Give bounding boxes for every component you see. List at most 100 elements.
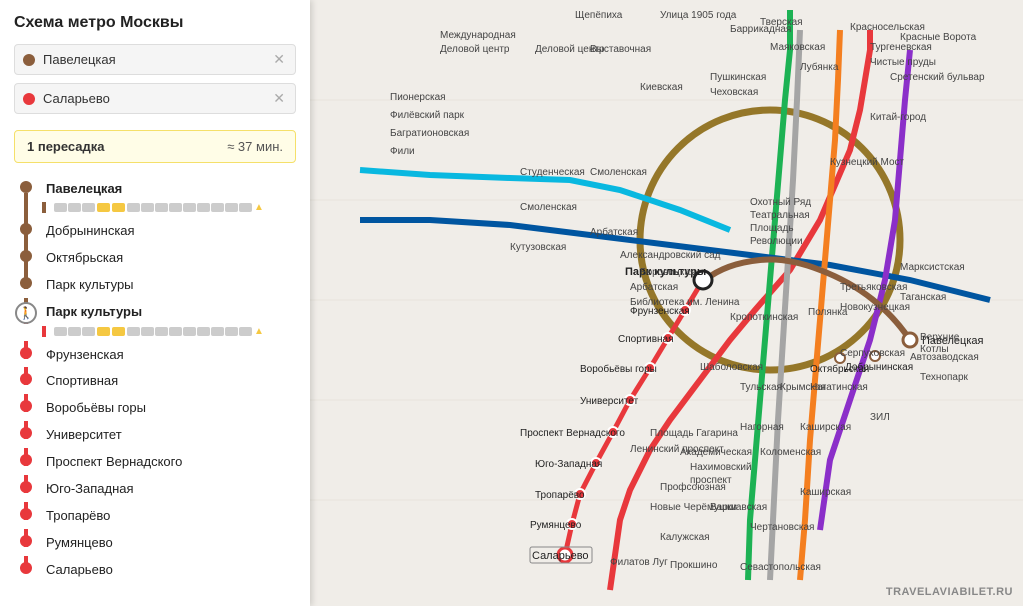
svg-text:Шаболовская: Шаболовская	[700, 361, 763, 373]
from-dot	[23, 54, 35, 66]
svg-text:Театральная: Театральная	[750, 210, 810, 221]
svg-text:Котлы: Котлы	[920, 344, 949, 355]
station-name-troparevo[interactable]: Тропарёво	[38, 502, 110, 529]
svg-text:Спортивная: Спортивная	[618, 334, 674, 345]
station-name-sportivnaya[interactable]: Спортивная	[38, 367, 118, 394]
station-name-yugo-zapadnaya[interactable]: Юго-Западная	[38, 475, 134, 502]
svg-text:Щепёпиха: Щепёпиха	[575, 10, 623, 21]
svg-text:Севастопольская: Севастопольская	[740, 562, 821, 573]
svg-text:Смоленская: Смоленская	[520, 202, 577, 213]
svg-text:Лубянка: Лубянка	[800, 61, 839, 73]
svg-text:Третьяковская: Третьяковская	[840, 282, 907, 293]
station-name-paveletskaya-1[interactable]: Павелецкая	[38, 175, 122, 202]
to-input[interactable]: Саларьево ✕	[14, 83, 296, 114]
station-name-frunzenskaya[interactable]: Фрунзенская	[38, 341, 124, 368]
station-name-rumyantsevo[interactable]: Румянцево	[38, 529, 113, 556]
svg-text:Боровицкая: Боровицкая	[640, 267, 695, 278]
svg-text:Улица 1905 года: Улица 1905 года	[660, 10, 737, 21]
svg-text:Тропарёво: Тропарёво	[535, 490, 585, 501]
svg-text:Юго-Западная: Юго-Западная	[535, 459, 602, 470]
svg-text:Арбатская: Арбатская	[590, 226, 638, 238]
station-name-dobrininskaya[interactable]: Добрынинская	[38, 217, 135, 244]
from-clear-button[interactable]: ✕	[271, 51, 287, 68]
svg-text:Серпуховская: Серпуховская	[840, 348, 905, 359]
station-name-vorobyovy-gory[interactable]: Воробьёвы горы	[38, 394, 146, 421]
from-input[interactable]: Павелецкая ✕	[14, 44, 296, 75]
station-name-prospekt-vernadskogo[interactable]: Проспект Вернадского	[38, 448, 182, 475]
sidebar: Схема метро Москвы Павелецкая ✕ Саларьев…	[0, 0, 310, 606]
watermark: TRAVELAVIABILET.RU	[886, 586, 1013, 598]
svg-text:Красные Ворота: Красные Ворота	[900, 32, 977, 43]
svg-text:Деловой центр: Деловой центр	[440, 44, 510, 55]
svg-text:Пионерская: Пионерская	[390, 92, 446, 103]
svg-text:Филёвский парк: Филёвский парк	[390, 110, 465, 121]
svg-text:Кропоткинская: Кропоткинская	[730, 312, 798, 323]
svg-text:Китай-город: Китай-город	[870, 112, 926, 123]
svg-text:Верхние: Верхние	[920, 332, 960, 343]
cars-red: ▲	[14, 326, 296, 341]
svg-text:Коломенская: Коломенская	[760, 447, 821, 458]
svg-text:Площадь Гагарина: Площадь Гагарина	[650, 428, 738, 439]
to-dot	[23, 93, 35, 105]
to-station-name: Саларьево	[43, 91, 271, 106]
station-name-salaryevo[interactable]: Саларьево	[38, 556, 113, 583]
svg-text:Багратионовская: Багратионовская	[390, 128, 469, 139]
svg-text:Маяковская: Маяковская	[770, 42, 825, 53]
svg-text:Проспект Вернадского: Проспект Вернадского	[520, 428, 625, 439]
svg-text:Выставочная: Выставочная	[590, 44, 651, 55]
metro-map[interactable]: Павелецкая Добрынинская Октябрьская Парк…	[310, 0, 1023, 606]
svg-text:ЗИЛ: ЗИЛ	[870, 412, 890, 423]
svg-text:Фили: Фили	[390, 146, 415, 157]
svg-text:Александровский сад: Александровский сад	[620, 250, 721, 261]
station-name-universitet[interactable]: Университет	[38, 421, 122, 448]
svg-text:Нагорная: Нагорная	[740, 422, 784, 433]
svg-text:Площадь: Площадь	[750, 223, 794, 234]
sidebar-title: Схема метро Москвы	[14, 14, 296, 32]
svg-text:Охотный Ряд: Охотный Ряд	[750, 197, 811, 208]
svg-text:Международная: Международная	[440, 30, 516, 41]
svg-text:Библиотека им. Ленина: Библиотека им. Ленина	[630, 296, 740, 308]
to-clear-button[interactable]: ✕	[271, 90, 287, 107]
svg-text:Полянка: Полянка	[808, 307, 848, 318]
svg-text:Профсоюзная: Профсоюзная	[660, 481, 726, 493]
svg-text:Кутузовская: Кутузовская	[510, 242, 566, 253]
svg-text:Каширская: Каширская	[800, 487, 851, 498]
svg-text:Студенческая: Студенческая	[520, 167, 585, 178]
walk-icon: 🚶	[19, 306, 34, 320]
station-name-park-kultury-2[interactable]: Парк культуры	[38, 298, 142, 325]
svg-text:Воробьёвы горы: Воробьёвы горы	[580, 363, 657, 375]
svg-text:Тульская: Тульская	[740, 382, 782, 393]
station-name-oktyabrskaya[interactable]: Октябрьская	[38, 244, 123, 271]
svg-text:Академическая: Академическая	[680, 447, 752, 458]
svg-text:Калужская: Калужская	[660, 532, 710, 543]
svg-text:Чертановская: Чертановская	[750, 522, 814, 533]
svg-text:Новокузнецкая: Новокузнецкая	[840, 302, 910, 313]
svg-text:Саларьево: Саларьево	[532, 550, 589, 562]
svg-text:Тверская: Тверская	[760, 17, 803, 28]
svg-text:Университет: Университет	[580, 396, 639, 407]
svg-text:Чистые пруды: Чистые пруды	[870, 57, 936, 68]
svg-text:Кузнецкий Мост: Кузнецкий Мост	[830, 157, 905, 168]
svg-text:Нахимовский: Нахимовский	[690, 462, 752, 473]
svg-text:Румянцево: Румянцево	[530, 520, 582, 531]
svg-text:Пушкинская: Пушкинская	[710, 72, 766, 83]
svg-text:Марксистская: Марксистская	[900, 262, 965, 273]
travel-time: ≈ 37 мин.	[227, 139, 283, 154]
svg-text:Крымская: Крымская	[780, 382, 826, 393]
svg-text:Филатов Луг: Филатов Луг	[610, 557, 668, 568]
cars-brown: ▲	[14, 202, 296, 217]
svg-text:Смоленская: Смоленская	[590, 167, 647, 178]
svg-text:Тургеневская: Тургеневская	[870, 42, 932, 53]
route-info: 1 пересадка ≈ 37 мин.	[14, 130, 296, 163]
svg-text:Октябрьская: Октябрьская	[810, 363, 869, 375]
svg-text:Варшавская: Варшавская	[710, 502, 767, 513]
svg-text:Каширская: Каширская	[800, 422, 851, 433]
route-list: Павелецкая	[14, 175, 296, 606]
station-name-park-kultury-1[interactable]: Парк культуры	[38, 271, 134, 298]
svg-text:Технопарк: Технопарк	[920, 372, 969, 383]
from-station-name: Павелецкая	[43, 52, 271, 67]
svg-text:Сретенский бульвар: Сретенский бульвар	[890, 71, 985, 83]
transfers-count: 1 пересадка	[27, 139, 105, 154]
svg-text:Революции: Революции	[750, 236, 803, 247]
svg-text:Киевская: Киевская	[640, 82, 683, 93]
